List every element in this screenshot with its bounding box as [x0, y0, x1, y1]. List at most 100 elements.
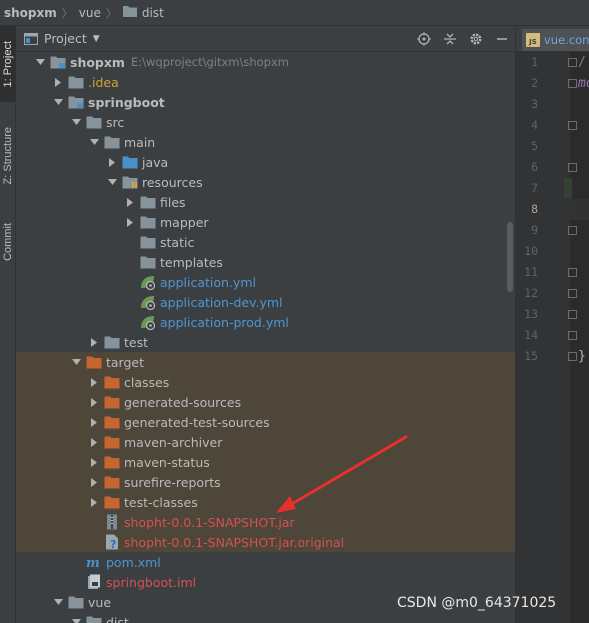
folder-icon [68, 594, 84, 610]
iml-file-icon [86, 574, 102, 590]
expand-arrow-right-icon[interactable] [106, 152, 118, 172]
unknown-file-icon: ? [104, 534, 120, 550]
target-icon[interactable] [411, 26, 437, 52]
tree-item-target[interactable]: target [16, 352, 515, 372]
tree-item-generated-sources[interactable]: generated-sources [16, 392, 515, 412]
breadcrumb-item-dist[interactable]: dist [122, 5, 164, 20]
expand-arrow-right-icon[interactable] [88, 472, 100, 492]
gear-icon[interactable] [463, 26, 489, 52]
folder-icon [86, 114, 102, 130]
caret-row-highlight [570, 199, 589, 220]
excluded-folder-icon [104, 394, 120, 410]
tree-item-shopht-0-0-1-snapshot-jar-original[interactable]: ? shopht-0.0.1-SNAPSHOT.jar.original [16, 532, 515, 552]
editor-gutter: 1 2 3 4 5 6 7 8 9 10 11 12 13 14 15 [516, 52, 570, 623]
folder-icon [68, 74, 84, 90]
tree-item-label: test [124, 334, 149, 350]
expand-arrow-down-icon[interactable] [106, 172, 118, 192]
changed-line-marker [564, 178, 572, 198]
tree-item-application-dev-yml[interactable]: application-dev.yml [16, 292, 506, 312]
project-tree[interactable]: shopxm E:\wqproject\gitxm\shopxm .idea spri… [16, 52, 515, 623]
tree-item-test-classes[interactable]: test-classes [16, 492, 515, 512]
tree-item-label: application.yml [160, 274, 256, 290]
tree-item-files[interactable]: files [16, 192, 506, 212]
fold-marker-icon[interactable] [568, 121, 577, 130]
expand-arrow-down-icon[interactable] [70, 612, 82, 623]
expand-arrow-right-icon[interactable] [124, 212, 136, 232]
panel-toolbar [411, 26, 515, 52]
tree-item-java[interactable]: java [16, 152, 506, 172]
excluded-folder-icon [104, 474, 120, 490]
fold-marker-icon[interactable] [568, 79, 577, 88]
tree-item-label: application-prod.yml [160, 314, 289, 330]
tree-item-maven-status[interactable]: maven-status [16, 452, 515, 472]
expand-arrow-right-icon[interactable] [124, 192, 136, 212]
breadcrumb-separator: 〉 [61, 6, 73, 20]
tree-item-static[interactable]: static [16, 232, 506, 252]
tree-item-pom-xml[interactable]: m pom.xml [16, 552, 506, 572]
excluded-folder-icon [104, 454, 120, 470]
expand-arrow-right-icon[interactable] [88, 432, 100, 452]
fold-marker-icon[interactable] [568, 352, 577, 361]
project-view-selector[interactable]: Project ▼ [24, 31, 100, 46]
tree-item-label: templates [160, 254, 223, 270]
tree-item-dist[interactable]: dist [16, 612, 506, 623]
tool-window-project-label: 1: Project [2, 40, 14, 88]
breadcrumb-item-vue[interactable]: vue [79, 6, 101, 20]
tree-item-shopht-0-0-1-snapshot-jar[interactable]: shopht-0.0.1-SNAPSHOT.jar [16, 512, 515, 532]
fold-marker-icon[interactable] [568, 58, 577, 67]
folder-icon [104, 134, 120, 150]
expand-arrow-right-icon[interactable] [88, 372, 100, 392]
tree-item-idea[interactable]: .idea [16, 72, 506, 92]
excluded-folder-icon [104, 414, 120, 430]
tree-item-templates[interactable]: templates [16, 252, 506, 272]
expand-arrow-down-icon[interactable] [34, 52, 46, 72]
tree-item-springboot[interactable]: springboot [16, 92, 506, 112]
fold-marker-icon[interactable] [568, 268, 577, 277]
expand-arrow-down-icon[interactable] [52, 592, 64, 612]
tree-item-mapper[interactable]: mapper [16, 212, 506, 232]
expand-arrow-down-icon[interactable] [52, 92, 64, 112]
expand-arrow-down-icon[interactable] [70, 112, 82, 132]
expand-arrow-down-icon[interactable] [70, 352, 82, 372]
expand-arrow-right-icon[interactable] [88, 492, 100, 512]
minimize-icon[interactable] [489, 26, 515, 52]
expand-arrow-right-icon[interactable] [88, 392, 100, 412]
tool-window-project-tab[interactable]: 1: Project [0, 26, 16, 102]
tool-window-structure-tab[interactable]: Z: Structure [0, 116, 16, 196]
tree-item-label: dist [106, 614, 129, 623]
expand-arrow-right-icon[interactable] [52, 72, 64, 92]
fold-marker-icon[interactable] [568, 163, 577, 172]
tree-item-application-prod-yml[interactable]: application-prod.yml [16, 312, 506, 332]
tree-item-generated-test-sources[interactable]: generated-test-sources [16, 412, 515, 432]
tree-item-application-yml[interactable]: application.yml [16, 272, 506, 292]
editor-tab[interactable]: JS vue.con [522, 29, 589, 51]
collapse-all-icon[interactable] [437, 26, 463, 52]
tree-item-src[interactable]: src [16, 112, 506, 132]
tree-item-resources[interactable]: resources [16, 172, 506, 192]
project-panel-header: Project ▼ [16, 26, 515, 52]
expand-arrow-down-icon[interactable] [88, 132, 100, 152]
expand-arrow-right-icon[interactable] [88, 452, 100, 472]
fold-marker-icon[interactable] [568, 226, 577, 235]
tree-item-surefire-reports[interactable]: surefire-reports [16, 472, 515, 492]
tree-item-springboot-iml[interactable]: springboot.iml [16, 572, 506, 592]
tree-scroll-thumb[interactable] [507, 222, 513, 292]
fold-marker-icon[interactable] [568, 331, 577, 340]
tool-window-commit-tab[interactable]: Commit [0, 211, 16, 273]
code-editor[interactable]: 123456789101112131415 /mo} [515, 52, 589, 623]
tree-item-label: target [106, 354, 145, 370]
tree-scrollbar[interactable] [505, 52, 514, 623]
expand-arrow-right-icon[interactable] [88, 412, 100, 432]
tree-item-classes[interactable]: classes [16, 372, 515, 392]
tree-item-shopxm[interactable]: shopxm E:\wqproject\gitxm\shopxm [16, 52, 506, 72]
tree-item-label: src [106, 114, 125, 130]
fold-marker-icon[interactable] [568, 289, 577, 298]
tree-item-main[interactable]: main [16, 132, 506, 152]
expand-arrow-right-icon[interactable] [88, 332, 100, 352]
tree-item-test[interactable]: test [16, 332, 506, 352]
fold-marker-icon[interactable] [568, 310, 577, 319]
tree-item-maven-archiver[interactable]: maven-archiver [16, 432, 515, 452]
breadcrumb-item-shopxm[interactable]: shopxm [4, 6, 57, 20]
